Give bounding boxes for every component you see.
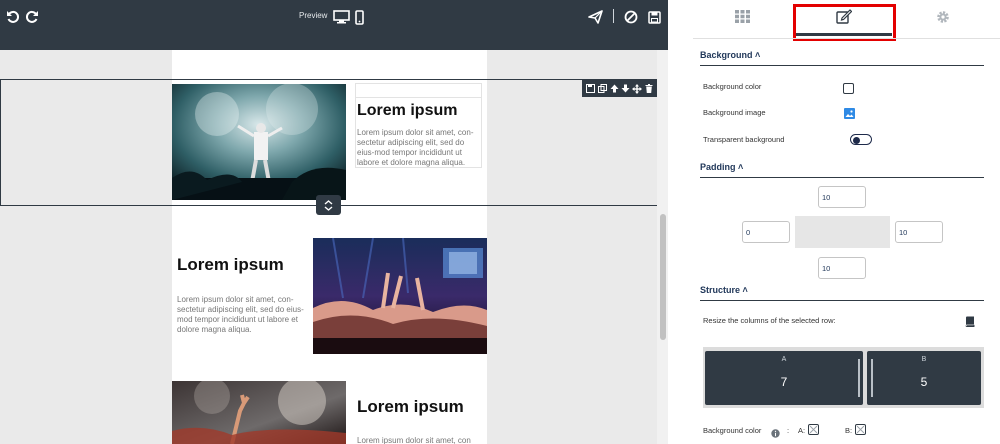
blocks-tab[interactable] xyxy=(692,4,792,34)
block-title-2[interactable]: Lorem ipsum xyxy=(177,256,284,274)
send-icon[interactable] xyxy=(586,8,604,26)
column-a-letter: A xyxy=(781,356,787,363)
column-a-grip[interactable] xyxy=(858,359,860,397)
column-background-color-label: Background color xyxy=(703,426,762,435)
column-a[interactable]: A 7 xyxy=(705,351,863,405)
transparent-background-label: Transparent background xyxy=(703,135,785,144)
app-root: Preview Lorem ipsum Lorem ipsum dolor si… xyxy=(0,0,1000,444)
canvas-scrollbar-thumb[interactable] xyxy=(660,214,666,340)
chevron-up-icon: ˄ xyxy=(742,285,748,295)
highlighted-tab-frame xyxy=(793,4,896,41)
column-b-letter: B xyxy=(921,356,927,363)
arrow-down-icon[interactable] xyxy=(621,84,631,94)
redo-icon[interactable] xyxy=(23,8,41,26)
column-a-width: 7 xyxy=(780,375,788,389)
preview-label: Preview xyxy=(299,11,328,20)
desktop-icon[interactable] xyxy=(332,8,350,26)
structure-section-line xyxy=(700,300,984,301)
background-color-swatch[interactable] xyxy=(843,83,854,94)
mobile-icon[interactable] xyxy=(353,8,365,26)
row-toolbar xyxy=(582,80,658,97)
editor-toolbar: Preview xyxy=(0,0,668,50)
save-icon[interactable] xyxy=(586,84,596,94)
gear-icon xyxy=(936,10,950,29)
padding-section-line xyxy=(700,177,984,178)
padding-title-text: Padding xyxy=(700,162,736,172)
copy-icon[interactable] xyxy=(597,84,607,94)
colon-separator: : xyxy=(787,426,790,435)
save-icon[interactable] xyxy=(645,8,663,26)
block-body-3[interactable]: Lorem ipsum dolor sit amet, con xyxy=(357,436,479,444)
toolbar-separator xyxy=(613,9,614,23)
undo-icon[interactable] xyxy=(4,8,22,26)
padding-preview-box xyxy=(795,216,890,248)
column-b-width: 5 xyxy=(920,375,928,389)
resize-columns-label: Resize the columns of the selected row: xyxy=(703,316,836,325)
settings-tab[interactable] xyxy=(893,4,993,34)
selected-row-outline[interactable] xyxy=(0,79,658,206)
padding-top-input[interactable] xyxy=(818,186,866,208)
padding-section-title[interactable]: Padding ˄ xyxy=(700,162,743,172)
background-section-title[interactable]: Background ˄ xyxy=(700,50,760,60)
grid-icon xyxy=(734,10,750,28)
padding-bottom-input[interactable] xyxy=(818,257,866,279)
block-body-2[interactable]: Lorem ipsum dolor sit amet, con-sectetur… xyxy=(177,295,305,335)
column-b-color-swatch[interactable] xyxy=(855,424,866,435)
padding-right-input[interactable] xyxy=(895,221,943,243)
column-b-color-label: B: xyxy=(845,426,853,435)
background-image-label: Background image xyxy=(703,108,766,117)
transparent-background-toggle[interactable] xyxy=(850,134,872,145)
trash-icon[interactable] xyxy=(644,84,654,94)
column-a-color-swatch[interactable] xyxy=(808,424,819,435)
move-icon[interactable] xyxy=(632,83,643,94)
chevron-up-icon: ˄ xyxy=(738,162,744,172)
row-resize-handle[interactable] xyxy=(316,195,341,215)
book-icon[interactable] xyxy=(965,314,975,332)
structure-title-text: Structure xyxy=(700,285,741,295)
column-resizer: A 7 B 5 xyxy=(703,347,984,408)
editor-area: Preview Lorem ipsum Lorem ipsum dolor si… xyxy=(0,0,668,444)
structure-section-title[interactable]: Structure ˄ xyxy=(700,285,748,295)
background-title-text: Background xyxy=(700,50,753,60)
background-section-line xyxy=(700,65,984,66)
block-icon[interactable] xyxy=(622,8,640,26)
column-b[interactable]: B 5 xyxy=(867,351,981,405)
arrow-up-icon[interactable] xyxy=(609,84,619,94)
image-icon[interactable] xyxy=(844,106,855,124)
column-b-grip[interactable] xyxy=(871,359,873,397)
concert-crowd-image[interactable] xyxy=(313,238,487,354)
tabs-divider xyxy=(693,38,1000,39)
crowd-hands-image[interactable] xyxy=(172,381,346,444)
padding-left-input[interactable] xyxy=(742,221,790,243)
background-color-label: Background color xyxy=(703,82,762,91)
column-a-color-label: A: xyxy=(798,426,806,435)
info-icon[interactable] xyxy=(771,425,780,443)
chevron-up-icon: ˄ xyxy=(755,50,761,60)
toggle-knob xyxy=(853,136,860,144)
block-title-3[interactable]: Lorem ipsum xyxy=(357,398,464,416)
